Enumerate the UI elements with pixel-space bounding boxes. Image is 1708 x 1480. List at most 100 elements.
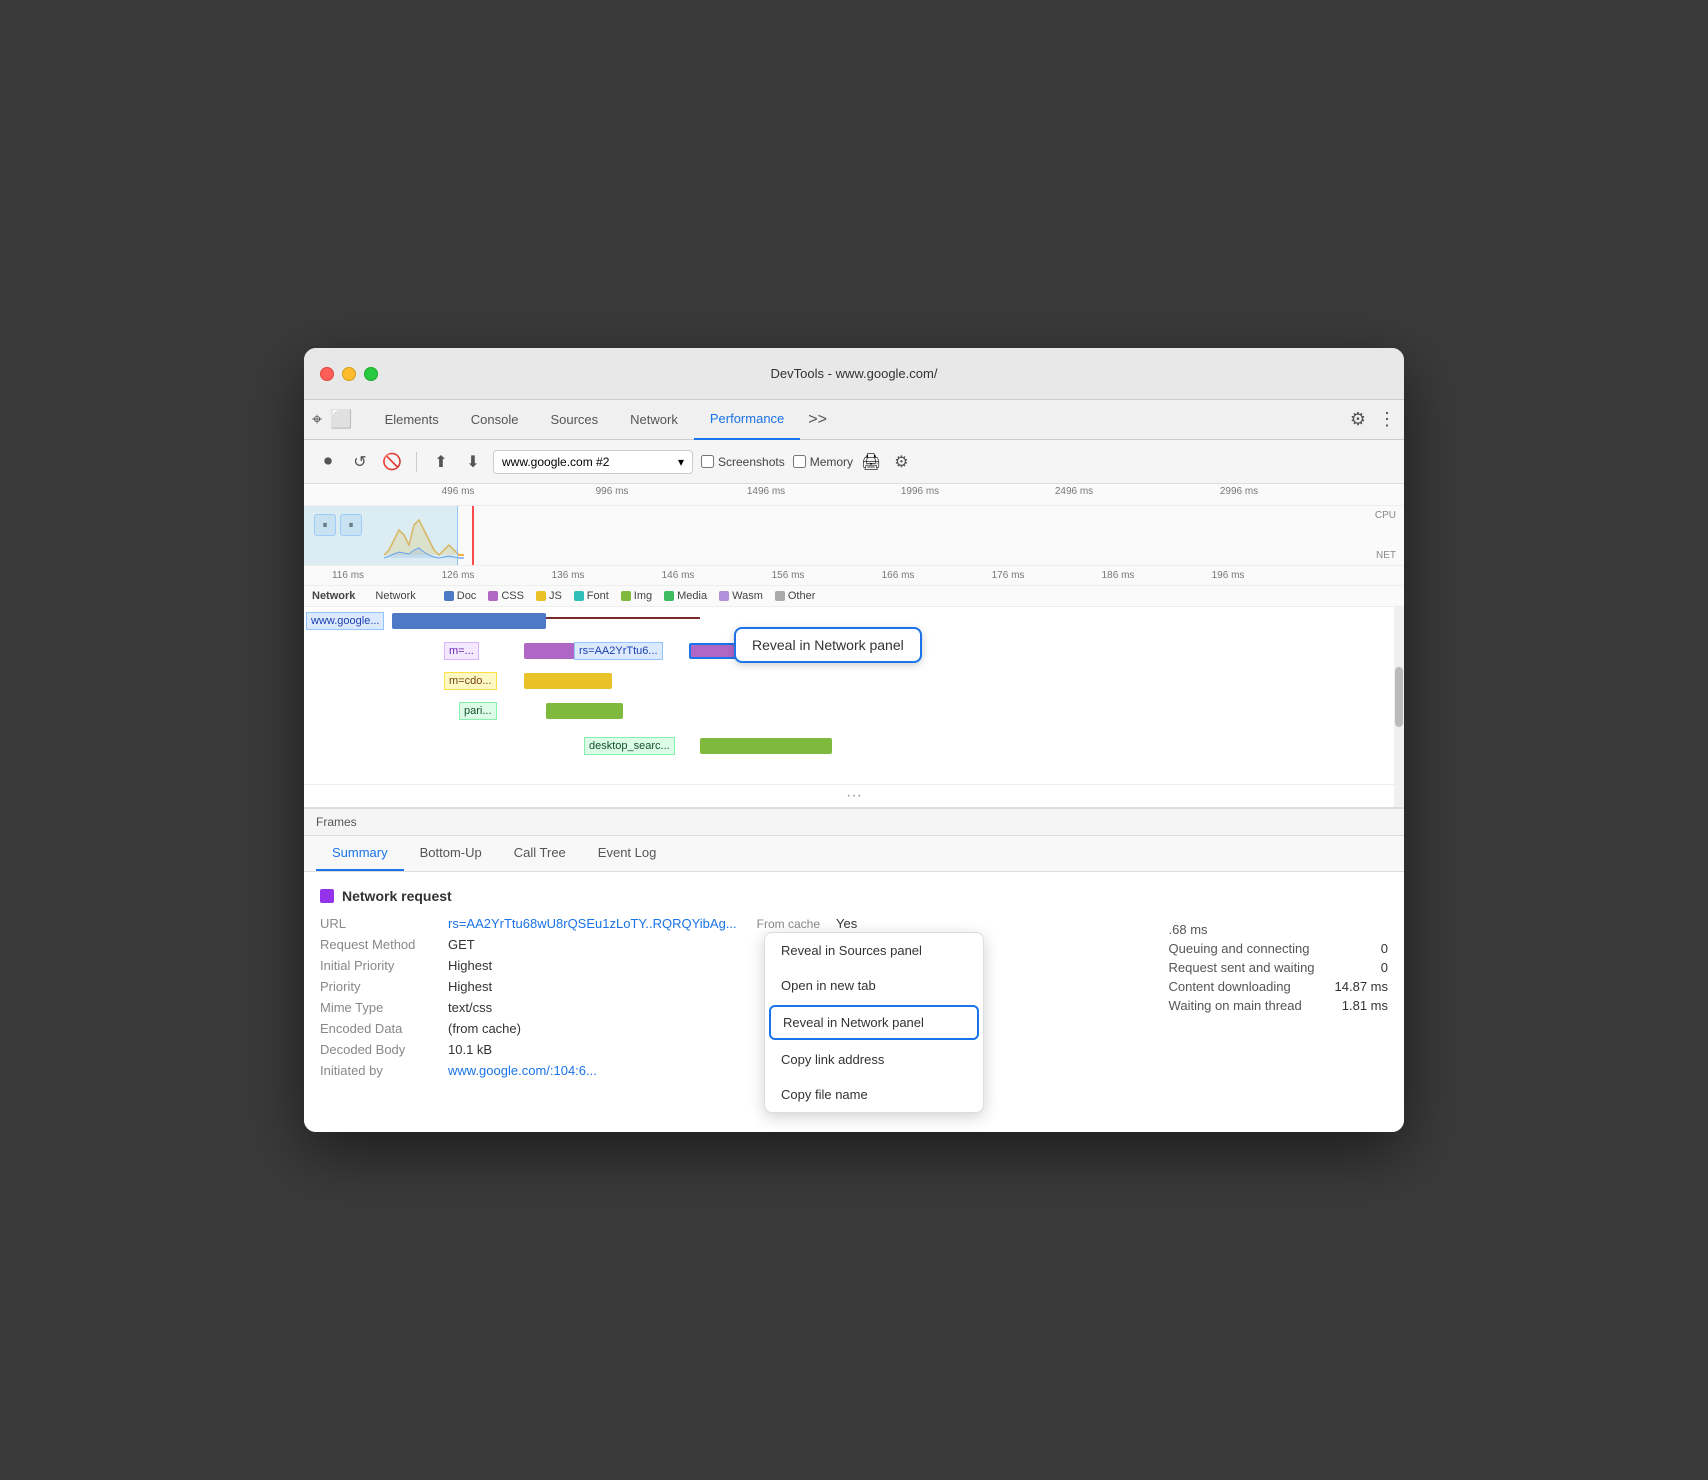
row-label-4: pari... [459,702,497,720]
content-row: Content downloading 14.87 ms [1169,979,1388,994]
inspect-icon[interactable]: ⌖ [312,409,322,430]
timeline-cursor[interactable] [472,506,474,565]
net-time-5: 166 ms [882,570,915,581]
device-icon[interactable]: ⬜ [330,409,352,430]
request-label: Request sent and waiting [1169,960,1315,975]
close-button[interactable] [320,367,334,381]
summary-tabs: Summary Bottom-Up Call Tree Event Log [304,836,1404,872]
row-label-5: desktop_searc... [584,737,675,755]
scrollbar[interactable] [1394,607,1404,807]
network-legend: Network Network Doc CSS JS Font [304,586,1404,607]
legend-media: Media [664,590,707,602]
more-options-icon[interactable]: ⋮ [1378,409,1396,430]
legend-other: Other [775,590,816,602]
context-reveal-sources[interactable]: Reveal in Sources panel [765,933,983,968]
bar-3 [524,673,612,689]
legend-img: Img [621,590,652,602]
tab-network[interactable]: Network [614,400,694,440]
scrollbar-thumb[interactable] [1395,667,1403,727]
context-open-tab[interactable]: Open in new tab [765,968,983,1003]
initiated-value[interactable]: www.google.com/:104:6... [448,1063,597,1078]
more-tabs-button[interactable]: >> [800,411,835,429]
waiting-row: Waiting on main thread 1.81 ms [1169,998,1388,1013]
tab-bar-right: ⚙ ⋮ [1350,409,1396,430]
row-label-0: www.google... [306,612,384,630]
window-title: DevTools - www.google.com/ [771,366,938,381]
network-rows: www.google... m=... rs=AA2YrTtu6... [304,607,1404,807]
main-content: 496 ms 996 ms 1496 ms 1996 ms 2496 ms 29… [304,484,1404,1132]
context-copy-file[interactable]: Copy file name [765,1077,983,1112]
row-label-1: m=... [444,642,479,660]
initiated-label: Initiated by [320,1063,440,1078]
net-time-8: 196 ms [1212,570,1245,581]
legend-other-label: Other [788,590,816,602]
time-mark-2: 996 ms [596,486,629,497]
net-time-0: 116 ms [332,570,364,581]
timeline-selection[interactable] [304,506,458,565]
time-ruler: 496 ms 996 ms 1496 ms 1996 ms 2496 ms 29… [304,484,1404,506]
clear-button[interactable]: 🚫 [380,450,404,474]
row-label-3: m=cdo... [444,672,497,690]
devtools-window: DevTools - www.google.com/ ⌖ ⬜ Elements … [304,348,1404,1132]
url-value: www.google.com #2 [502,455,609,469]
upload-button[interactable]: ⬆ [429,450,453,474]
from-cache-label: From cache [757,917,820,931]
url-selector[interactable]: www.google.com #2 ▾ [493,450,693,474]
decoded-label: Decoded Body [320,1042,440,1057]
memory-checkbox[interactable] [793,455,806,468]
context-copy-link[interactable]: Copy link address [765,1042,983,1077]
bar-0 [392,613,546,629]
queuing-label: Queuing and connecting [1169,941,1310,956]
legend-js-color [536,591,546,601]
network-row-4[interactable]: pari... [304,697,1404,725]
settings-gear-icon[interactable]: ⚙ [1350,409,1366,430]
legend-doc-color [444,591,454,601]
net-time-2: 136 ms [552,570,585,581]
tab-bar-icons: ⌖ ⬜ [312,409,353,430]
rows-dots-divider: ··· [304,784,1404,807]
network-row-5[interactable]: desktop_searc... [304,732,1404,760]
priority-label: Priority [320,979,440,994]
tab-bottom-up[interactable]: Bottom-Up [404,835,498,871]
tab-sources[interactable]: Sources [534,400,614,440]
legend-css-label: CSS [501,590,524,602]
legend-wasm-label: Wasm [732,590,763,602]
context-menu: Reveal in Sources panel Open in new tab … [764,932,984,1113]
settings-toolbar-icon[interactable]: ⚙ [889,450,913,474]
network-time-ruler: 116 ms 126 ms 136 ms 146 ms 156 ms 166 m… [304,566,1404,586]
record-button[interactable]: ⏺ [316,450,340,474]
memory-icon[interactable]: 🖨 [861,452,881,472]
download-button[interactable]: ⬇ [461,450,485,474]
tab-summary[interactable]: Summary [316,835,404,871]
from-cache-value: Yes [836,916,857,931]
tab-event-log[interactable]: Event Log [582,835,673,871]
tab-elements[interactable]: Elements [369,400,455,440]
tab-performance[interactable]: Performance [694,400,800,440]
bar-5 [700,738,832,754]
legend-js-label: JS [549,590,562,602]
time-mark-6: 2996 ms [1220,486,1258,497]
timing-details: .68 ms Queuing and connecting 0 Request … [1169,922,1388,1017]
memory-checkbox-group: Memory [793,455,853,469]
maximize-button[interactable] [364,367,378,381]
legend-js: JS [536,590,562,602]
initial-priority-value: Highest [448,958,492,973]
network-tooltip-bubble: Reveal in Network panel [734,627,922,663]
tab-bar: ⌖ ⬜ Elements Console Sources Network Per… [304,400,1404,440]
time-mark-5: 2496 ms [1055,486,1093,497]
context-reveal-network[interactable]: Reveal in Network panel [769,1005,979,1040]
net-time-4: 156 ms [772,570,805,581]
net-time-1: 126 ms [442,570,475,581]
tab-call-tree[interactable]: Call Tree [498,835,582,871]
legend-img-color [621,591,631,601]
screenshots-checkbox[interactable] [701,455,714,468]
network-request-icon [320,889,334,903]
net-time-6: 176 ms [992,570,1025,581]
frames-label: Frames [316,815,357,829]
url-dropdown-icon: ▾ [678,455,684,469]
network-row-3[interactable]: m=cdo... [304,667,1404,695]
tab-console[interactable]: Console [455,400,535,440]
minimize-button[interactable] [342,367,356,381]
url-value[interactable]: rs=AA2YrTtu68wU8rQSEu1zLoTY..RQRQYibAg..… [448,916,737,931]
reload-button[interactable]: ↺ [348,450,372,474]
